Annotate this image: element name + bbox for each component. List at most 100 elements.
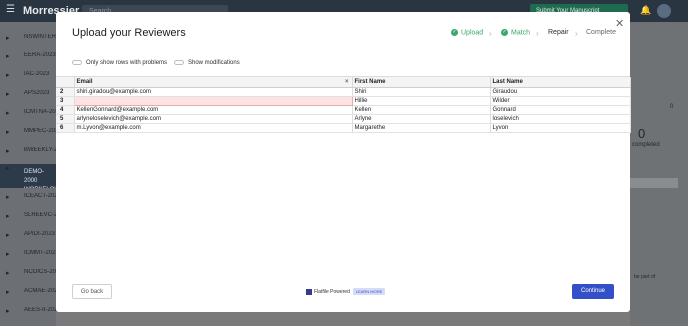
- chevron-right-icon: ›: [489, 29, 492, 38]
- event-icon: ▸: [6, 35, 10, 40]
- chevron-right-icon: ›: [536, 29, 539, 38]
- row-number: 5: [56, 114, 75, 124]
- go-back-button[interactable]: Go back: [72, 284, 112, 299]
- sidebar-item[interactable]: ▸ ACMAE-2023: [0, 288, 56, 294]
- sidebar-item-label: SLREEVC-2023: [24, 212, 56, 218]
- cell-last-name[interactable]: loselevich: [490, 114, 631, 124]
- event-icon: ▸: [6, 270, 10, 275]
- stat-label: completed: [632, 142, 660, 148]
- check-icon: ✓: [501, 29, 508, 36]
- sidebar-item[interactable]: ▸ BWEEKLY-2023: [0, 147, 56, 153]
- chevron-right-icon: ›: [575, 29, 578, 38]
- cell-email[interactable]: KellenGonnard@example.com: [74, 105, 353, 115]
- hamburger-icon[interactable]: ☰: [6, 5, 16, 15]
- toggle-switch[interactable]: [174, 60, 184, 65]
- stat-small: 0: [670, 104, 674, 110]
- sidebar-item[interactable]: ▸ NCOICS-2023: [0, 269, 56, 275]
- table-row: 5 arlyneloselevich@example.com Arlyne losel…: [56, 114, 631, 124]
- cell-first-name[interactable]: Hillie: [352, 96, 491, 106]
- sidebar-item[interactable]: ▸ APS2023: [0, 90, 56, 96]
- avatar[interactable]: [657, 4, 671, 18]
- event-icon: ▸: [6, 308, 10, 313]
- powered-by-text: Flatfile Powered: [314, 288, 350, 295]
- column-header-last-name[interactable]: Last Name: [490, 77, 631, 88]
- sidebar-item[interactable]: ▸ ICEACT-2023: [0, 193, 56, 199]
- sidebar-item-label: BWEEKLY-2023: [24, 147, 56, 153]
- close-icon[interactable]: ✕: [615, 17, 624, 30]
- sidebar-item[interactable]: ▸ APIDI-2023: [0, 231, 56, 237]
- event-icon: ▸: [6, 53, 10, 58]
- bell-icon[interactable]: 🔔: [640, 5, 651, 16]
- problems-toggle[interactable]: Only show rows with problems: [72, 60, 167, 66]
- row-number: 6: [56, 123, 75, 133]
- sidebar-item-label: APIDI-2023: [24, 231, 56, 237]
- sidebar-item[interactable]: ▸ ICMMT-2023: [0, 250, 56, 256]
- event-icon: ▸: [6, 72, 10, 77]
- cell-email[interactable]: arlyneloselevich@example.com: [74, 114, 353, 124]
- row-number-header: [56, 77, 75, 88]
- cell-last-name[interactable]: Wilder: [490, 96, 631, 106]
- sidebar-item[interactable]: ▸ IAC-2023: [0, 71, 56, 77]
- event-icon: ▸: [6, 129, 10, 134]
- cell-last-name[interactable]: Lyvon: [490, 123, 631, 133]
- sidebar-item-label: NCOICS-2023: [24, 269, 56, 275]
- modifications-toggle[interactable]: Show modifications: [174, 60, 240, 66]
- column-menu-icon[interactable]: ×: [345, 79, 352, 85]
- toggle-switch[interactable]: [72, 60, 82, 65]
- sidebar-item[interactable]: ▸ AEES-II-2023: [0, 307, 56, 313]
- cell-email[interactable]: shiri.giradou@example.com: [74, 87, 353, 97]
- sidebar-item-label: IAC-2023: [24, 71, 50, 77]
- row-number: 2: [56, 87, 75, 97]
- column-header-email[interactable]: Email ×: [74, 77, 353, 88]
- upload-reviewers-modal: Upload your Reviewers ✕ ✓ Upload › ✓ Match…: [56, 12, 631, 312]
- flatfile-logo-icon: [306, 288, 312, 295]
- sidebar-item[interactable]: ▸ DEMO-2000 WORKFLOW: [0, 164, 56, 188]
- cell-first-name[interactable]: Margarethe: [352, 123, 491, 133]
- stat-value: 0: [638, 126, 646, 141]
- cell-first-name[interactable]: Kellen: [352, 105, 491, 115]
- event-icon: ▸: [6, 148, 10, 153]
- cell-first-name[interactable]: Shiri: [352, 87, 491, 97]
- step-complete: Complete: [586, 29, 616, 36]
- event-icon: ▸: [6, 194, 10, 199]
- event-icon: ▸: [6, 110, 10, 115]
- sidebar-item[interactable]: ▸ MMPEC-2023: [0, 128, 56, 134]
- check-icon: ✓: [451, 29, 458, 36]
- sidebar-item-label: MMPEC-2023: [24, 128, 56, 134]
- sidebar-item-label: APS2023: [24, 90, 50, 96]
- background-dashboard: 0 0 completed be part of: [630, 22, 688, 326]
- problems-toggle-label: Only show rows with problems: [86, 60, 168, 67]
- sidebar-item-label: EERA-2023: [24, 52, 56, 58]
- event-icon: ▸: [6, 251, 10, 256]
- sidebar-item-label: ACMAE-2023: [24, 288, 56, 294]
- background-note: be part of: [634, 274, 656, 280]
- table-row: 3 Hillie Wilder: [56, 95, 631, 106]
- sidebar-item[interactable]: ▸ ICMTNA-2023: [0, 109, 56, 115]
- learn-more-link[interactable]: LEARN MORE: [352, 288, 386, 295]
- event-icon: ▸: [6, 91, 10, 96]
- step-match: ✓ Match: [501, 29, 531, 37]
- event-icon: ▸: [6, 213, 10, 218]
- row-number: 3: [56, 96, 75, 106]
- continue-button[interactable]: Continue: [572, 284, 614, 299]
- sidebar: ▸ NSWINTER-2023 ▸ EERA-2023 ▸ IAC-2023 ▸ APS202…: [0, 22, 56, 326]
- cell-last-name[interactable]: Giraudou: [490, 87, 631, 97]
- sidebar-item-label: ICMMT-2023: [24, 250, 56, 256]
- table-row: 2 shiri.giradou@example.com Shiri Giraudou: [56, 87, 631, 97]
- sidebar-item-label: NSWINTER-2023: [24, 34, 56, 40]
- cell-email[interactable]: [73, 95, 353, 106]
- event-icon: ▸: [6, 289, 10, 294]
- column-header-first-name[interactable]: First Name: [352, 77, 491, 88]
- cell-email[interactable]: m.Lyvon@example.com: [74, 123, 353, 133]
- sidebar-item[interactable]: ▸ SLREEVC-2023: [0, 212, 56, 218]
- progress-bar: [630, 178, 678, 188]
- cell-first-name[interactable]: Arlyne: [352, 114, 491, 124]
- event-icon: ▸: [6, 165, 10, 172]
- cell-last-name[interactable]: Gonnard: [490, 105, 631, 115]
- data-grid: Email × First Name Last Name 2 shiri.girad…: [56, 76, 631, 266]
- sidebar-item[interactable]: ▸ NSWINTER-2023: [0, 34, 56, 40]
- sidebar-item[interactable]: ▸ EERA-2023: [0, 52, 56, 58]
- sidebar-item-label: AEES-II-2023: [24, 307, 56, 313]
- step-repair: Repair: [548, 29, 569, 36]
- sidebar-item-label: DEMO-2000 WORKFLOW: [24, 169, 56, 188]
